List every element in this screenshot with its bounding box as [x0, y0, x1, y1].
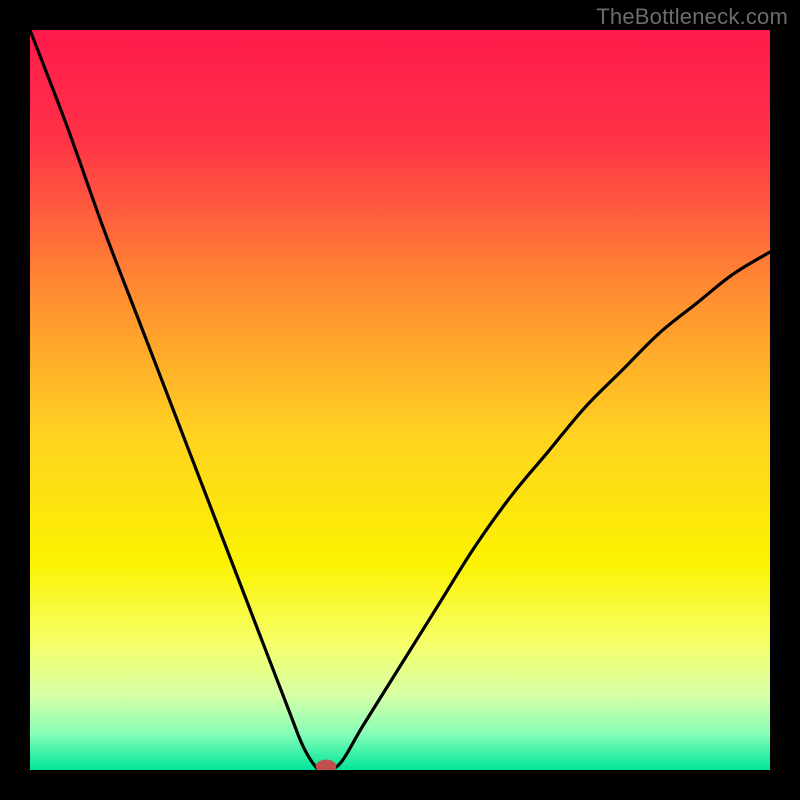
- plot-area: [30, 30, 770, 770]
- watermark-text: TheBottleneck.com: [596, 4, 788, 30]
- gradient-background: [30, 30, 770, 770]
- chart-svg: [30, 30, 770, 770]
- chart-frame: TheBottleneck.com: [0, 0, 800, 800]
